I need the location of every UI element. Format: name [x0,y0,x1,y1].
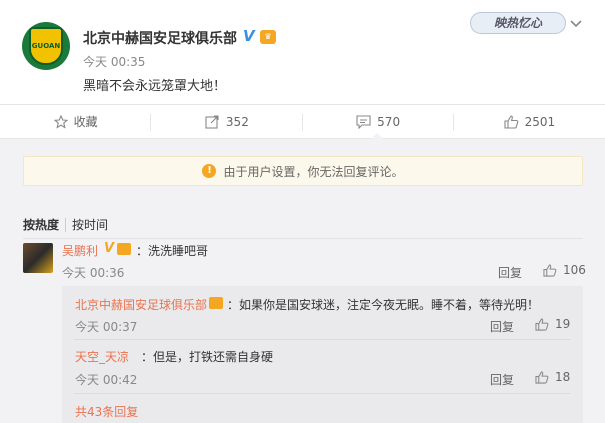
club-logo: GUOAN [29,27,63,65]
reply-text: ：但是，打铁还需自身硬 [141,350,274,364]
thumbs-up-icon [535,370,549,384]
reply-like-button[interactable]: 19 [535,317,570,331]
vip-icon [209,296,223,309]
commenter-avatar[interactable] [23,243,53,273]
thumbs-up-icon [535,317,549,331]
comment-icon [356,114,371,129]
post-content: 黑暗不会永远笼罩大地！ [83,79,227,94]
star-icon [53,114,68,129]
reply-restriction-notice: ! 由于用户设置，你无法回复评论。 [23,156,583,186]
thumbs-up-icon [543,263,557,277]
reply-author[interactable]: 天空_天凉 [75,348,129,365]
watermark-badge: 映热忆心 [470,12,566,34]
reply-author[interactable]: 北京中赫国安足球俱乐部 [75,296,207,313]
divider [74,393,571,394]
reply-button[interactable]: 回复 [498,264,522,281]
vip-icon [117,242,132,255]
thumbs-up-icon [504,114,518,129]
sort-by-hot[interactable]: 按热度 [23,218,59,232]
comment-text: ：洗洗睡吧哥 [136,244,209,258]
reply-button[interactable]: 回复 [490,318,514,335]
post-time[interactable]: 今天 00:35 [83,53,145,70]
commenter-badges: V [104,241,132,256]
commenter-name[interactable]: 吴鹏利 [62,242,98,259]
chevron-down-icon[interactable] [569,16,583,30]
post-author[interactable]: 北京中赫国安足球俱乐部 [83,28,237,48]
like-count: 2501 [524,114,556,129]
comment-time: 今天 00:36 [62,266,125,280]
reply-author-badges [209,295,223,309]
reply-text: ：如果你是国安球迷，注定今夜无眠。睡不着，等待光明！ [227,298,540,312]
post-header: GUOAN 北京中赫国安足球俱乐部 V ♛ 今天 00:35 黑暗不会永远笼罩大… [0,0,605,104]
verified-icon: V [104,241,115,256]
repost-button[interactable]: 352 [151,105,303,138]
like-button[interactable]: 2501 [454,105,605,138]
action-bar: 收藏 352 570 2501 [0,104,605,139]
comment-section: ! 由于用户设置，你无法回复评论。 按热度 按时间 吴鹏利 V ：洗洗睡吧哥 今天… [0,139,605,423]
comment-like-count: 106 [563,263,586,277]
favorite-button[interactable]: 收藏 [0,105,152,138]
favorite-label: 收藏 [73,115,98,129]
comment-like-button[interactable]: 106 [543,263,586,277]
verified-icon: V [243,27,255,45]
reply-time: 今天 00:42 [75,373,138,387]
vip-icon: ♛ [260,30,276,44]
sort-by-time[interactable]: 按时间 [65,218,109,232]
reply-like-button[interactable]: 18 [535,370,570,384]
divider [23,238,583,239]
divider [74,339,571,340]
sub-replies: 北京中赫国安足球俱乐部 ：如果你是国安球迷，注定今夜无眠。睡不着，等待光明！ 今… [62,286,583,423]
reply-time: 今天 00:37 [75,320,138,334]
warning-icon: ! [202,164,217,178]
view-all-replies-link[interactable]: 共43条回复 [75,403,138,420]
comment-count: 570 [377,114,401,129]
reply-button[interactable]: 回复 [490,371,514,388]
reply-like-count: 19 [555,317,571,331]
notice-text: 由于用户设置，你无法回复评论。 [223,164,404,179]
repost-count: 352 [225,114,249,129]
sort-options: 按热度 按时间 [23,216,109,233]
repost-icon [205,114,219,129]
reply-like-count: 18 [555,370,571,384]
avatar[interactable]: GUOAN [22,22,70,70]
